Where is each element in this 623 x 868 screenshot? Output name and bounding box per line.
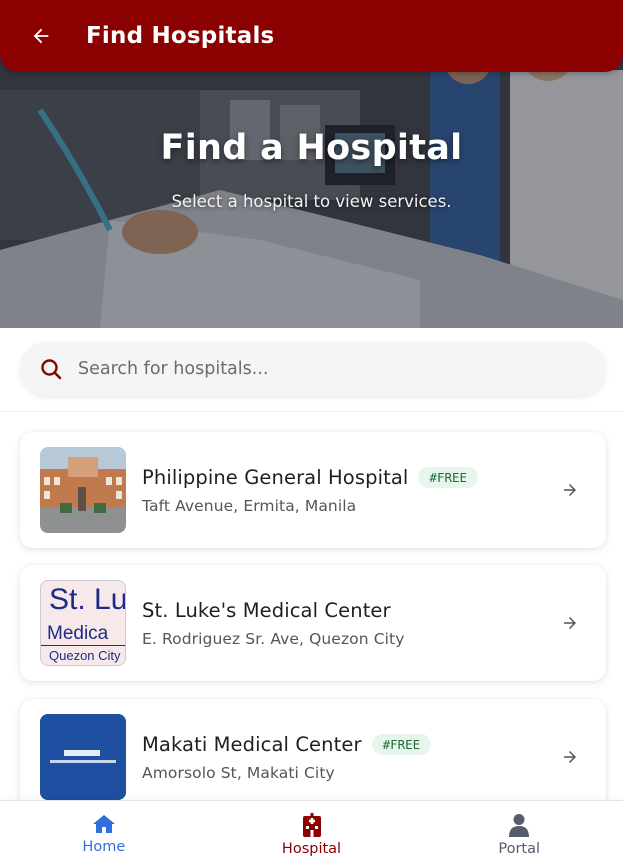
search-section	[0, 328, 623, 412]
hero-subtitle: Select a hospital to view services.	[171, 192, 452, 211]
logo-text-line2: Medica	[47, 623, 109, 644]
free-badge: #FREE	[418, 466, 479, 488]
hospital-icon	[302, 813, 321, 837]
hospital-name: Philippine General Hospital	[142, 465, 409, 489]
open-hospital-button[interactable]	[550, 748, 590, 766]
arrow-right-icon	[564, 617, 576, 629]
search-icon	[41, 359, 62, 380]
hospital-card-st-lukes[interactable]: St. Lu Medica Quezon City St. Luke's Med…	[20, 565, 606, 681]
hospital-address: Amorsolo St, Makati City	[142, 763, 335, 782]
nav-home[interactable]: Home	[0, 801, 208, 868]
bottom-nav: Home Hospital Portal	[0, 800, 623, 868]
arrow-left-icon	[33, 28, 49, 44]
hospital-address: Taft Avenue, Ermita, Manila	[142, 496, 357, 515]
hospital-name: Makati Medical Center	[142, 732, 362, 756]
nav-home-label: Home	[82, 839, 126, 855]
hero-title: Find a Hospital	[160, 128, 463, 168]
search-bar[interactable]	[20, 342, 606, 396]
page-title: Find Hospitals	[86, 23, 275, 49]
person-icon	[509, 814, 530, 837]
hospital-name: St. Luke's Medical Center	[142, 598, 391, 622]
hospital-photo	[40, 447, 126, 533]
nav-portal[interactable]: Portal	[415, 801, 623, 868]
hospital-card-makati[interactable]: Makati Medical Center #FREE Amorsolo St,…	[20, 699, 606, 800]
hospital-logo	[40, 714, 126, 800]
search-input[interactable]	[78, 359, 558, 379]
logo-text-line3: Quezon City	[49, 648, 121, 663]
hospital-card-pgh[interactable]: Philippine General Hospital #FREE Taft A…	[20, 432, 606, 548]
hospital-list: Philippine General Hospital #FREE Taft A…	[0, 412, 623, 800]
free-badge: #FREE	[371, 733, 432, 755]
nav-portal-label: Portal	[498, 841, 541, 857]
logo-text-line1: St. Lu	[49, 583, 126, 616]
hospital-address: E. Rodriguez Sr. Ave, Quezon City	[142, 629, 405, 648]
nav-hospital[interactable]: Hospital	[208, 801, 416, 868]
open-hospital-button[interactable]	[550, 481, 590, 499]
back-button[interactable]	[0, 0, 86, 72]
app-bar: Find Hospitals	[0, 0, 623, 72]
open-hospital-button[interactable]	[550, 614, 590, 632]
nav-hospital-label: Hospital	[281, 841, 342, 857]
arrow-right-icon	[564, 751, 576, 763]
arrow-right-icon	[564, 484, 576, 496]
hospital-logo: St. Lu Medica Quezon City	[40, 580, 126, 666]
home-icon	[92, 815, 115, 833]
